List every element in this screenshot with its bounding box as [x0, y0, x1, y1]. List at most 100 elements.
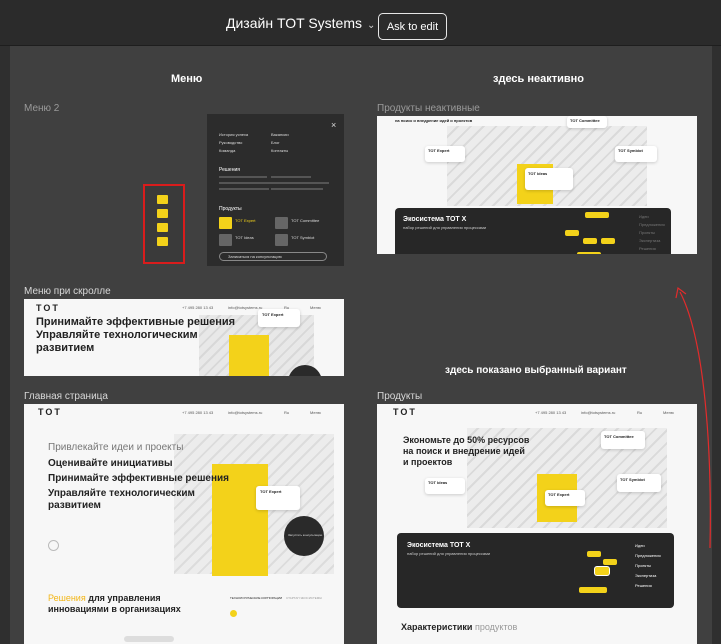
hero-line-muted: Привлекайте идеи и проекты	[48, 442, 184, 453]
tot-logo[interactable]: TOT	[36, 303, 60, 313]
products-inactive-frame[interactable]: на поиск и внедрение идей и проектов TOT…	[377, 116, 697, 254]
email-link[interactable]: info@totsystems.ru	[581, 410, 615, 415]
frame-label-scroll-menu[interactable]: Меню при скролле	[24, 286, 111, 297]
main-page-frame[interactable]: TOT +7 495 280 13 43 info@totsystems.ru …	[24, 404, 344, 644]
phone-number[interactable]: +7 495 280 13 43	[182, 305, 213, 310]
intro-text: на поиск и внедрение идей и проектов	[395, 118, 473, 123]
phone-number[interactable]: +7 495 280 13 43	[182, 410, 213, 415]
ecosystem-nav-item[interactable]: Идеи	[635, 543, 645, 548]
menu-link[interactable]: Блог	[271, 140, 280, 145]
yellow-cube	[229, 335, 269, 376]
ecosystem-nav-item[interactable]: Предложения	[635, 553, 661, 558]
menu2-frame[interactable]: × История успеха Руководство Команда Вак…	[207, 114, 344, 266]
consultation-circle-label: Запустить консультацию	[288, 533, 323, 537]
ecosystem-subtitle: набор решений для управления процессами	[403, 225, 487, 230]
ecosystem-nav-item[interactable]: Проекты	[635, 563, 651, 568]
menu-button[interactable]: Меню	[310, 305, 321, 310]
folder-icon	[157, 195, 168, 204]
hero-line: Принимайте эффективные решения	[36, 316, 236, 328]
ecosystem-nav-item[interactable]: Экспертиза	[635, 573, 656, 578]
consultation-circle-button[interactable]: Запустить консультацию	[284, 516, 324, 556]
hero-line: на поиск и внедрение идей	[403, 446, 525, 456]
product-card-title: TOT Expert	[260, 489, 282, 494]
close-icon[interactable]: ×	[331, 120, 336, 130]
product-card[interactable]: TOT Expert	[256, 486, 300, 510]
text-line	[219, 188, 269, 190]
ecosystem-nav-item[interactable]: Решения	[635, 583, 652, 588]
product-card-title: TOT Expert	[548, 492, 570, 497]
consultation-button[interactable]: Записаться на консультацию	[219, 252, 327, 261]
chevron-down-icon: ⌄	[367, 20, 376, 31]
menu-link[interactable]: История успеха	[219, 132, 248, 137]
ecosystem-nav-item[interactable]: Проекты	[639, 230, 655, 235]
tab-corporations[interactable]: ТЕХНОЛОГИЧЕСКИЕ КОРПОРАЦИИ	[230, 596, 282, 600]
hero-line: Экономьте до 50% ресурсов	[403, 435, 530, 445]
menu-link[interactable]: Вакансии	[271, 132, 289, 137]
yellow-button[interactable]	[585, 212, 609, 218]
products-frame[interactable]: TOT +7 495 280 13 43 info@totsystems.ru …	[377, 404, 697, 644]
solutions-heading-line2: инновациями в организациях	[48, 604, 181, 614]
language-switch[interactable]: Ru	[284, 410, 289, 415]
tot-logo[interactable]: TOT	[38, 407, 62, 417]
product-card[interactable]: TOT Symbiot	[615, 146, 657, 162]
product-card[interactable]: TOT Expert	[258, 309, 300, 327]
product-card[interactable]: TOT Expert	[545, 490, 585, 506]
ecosystem-nav-item[interactable]: Экспертиза	[639, 238, 660, 243]
yellow-button[interactable]	[587, 551, 601, 557]
section-title-menu: Меню	[171, 73, 203, 85]
product-card-title: TOT Expert	[262, 312, 284, 317]
frame-label-products[interactable]: Продукты	[377, 391, 422, 402]
ecosystem-nav-item[interactable]: Идеи	[639, 214, 649, 219]
frame-label-menu2[interactable]: Меню 2	[24, 103, 59, 114]
ecosystem-nav-item[interactable]: Решения	[639, 246, 656, 251]
yellow-button[interactable]	[603, 559, 617, 565]
menu-link[interactable]: Команда	[219, 148, 235, 153]
scroll-indicator-icon[interactable]	[48, 540, 59, 551]
email-link[interactable]: info@totsystems.ru	[228, 410, 262, 415]
highlighted-folder-group[interactable]	[143, 184, 185, 264]
menu-button[interactable]: Меню	[310, 410, 321, 415]
product-card-title: TOT Symbiot	[618, 148, 643, 153]
ecosystem-panel: Экосистема TOT X набор решений для управ…	[395, 208, 671, 254]
folder-icon	[157, 209, 168, 218]
product-item[interactable]: TOT Committee	[291, 218, 319, 223]
email-link[interactable]: info@totsystems.ru	[228, 305, 262, 310]
yellow-button[interactable]	[601, 238, 615, 244]
menu-button[interactable]: Меню	[663, 410, 674, 415]
folder-icon	[157, 223, 168, 232]
yellow-button-selected[interactable]	[595, 567, 609, 575]
canvas-right-edge	[712, 46, 721, 644]
frame-label-main-page[interactable]: Главная страница	[24, 391, 108, 402]
tab-startups[interactable]: СТАРТАП ЭКОСИСТЕМЫ	[286, 596, 322, 600]
ecosystem-nav-item[interactable]: Предложения	[639, 222, 665, 227]
yellow-button[interactable]	[577, 252, 601, 254]
ecosystem-subtitle: набор решений для управления процессами	[407, 551, 491, 556]
product-card[interactable]: TOT Committee	[567, 116, 607, 128]
product-card[interactable]: TOT Ideas	[425, 478, 465, 494]
frame-label-products-inactive[interactable]: Продукты неактивные	[377, 103, 480, 114]
hero-line: Управляйте технологическим	[48, 488, 195, 499]
menu-link[interactable]: Руководство	[219, 140, 242, 145]
tot-logo[interactable]: TOT	[393, 407, 417, 417]
product-card-title: TOT Committee	[604, 434, 634, 439]
text-line	[271, 188, 323, 190]
ask-to-edit-button[interactable]: Ask to edit	[378, 13, 447, 40]
yellow-button[interactable]	[579, 587, 607, 593]
document-title-dropdown[interactable]: Дизайн TOT Systems ⌄	[226, 15, 375, 31]
product-card[interactable]: TOT Committee	[601, 431, 645, 449]
hero-line: и проектов	[403, 457, 453, 467]
yellow-button[interactable]	[565, 230, 579, 236]
language-switch[interactable]: Ru	[637, 410, 642, 415]
text-line	[219, 182, 273, 184]
menu-link[interactable]: Контакты	[271, 148, 288, 153]
product-card[interactable]: TOT Expert	[425, 146, 465, 162]
product-item[interactable]: TOT Ideas	[235, 235, 254, 240]
slider-bar[interactable]	[124, 636, 174, 642]
yellow-button[interactable]	[583, 238, 597, 244]
product-item[interactable]: TOT Symbiot	[291, 235, 314, 240]
product-card[interactable]: TOT Symbiot	[617, 474, 661, 492]
product-item[interactable]: TOT Expert	[235, 218, 256, 223]
product-card[interactable]: TOT Ideas	[525, 168, 573, 190]
scroll-menu-frame[interactable]: TOT +7 495 280 13 43 info@totsystems.ru …	[24, 299, 344, 376]
phone-number[interactable]: +7 495 280 13 43	[535, 410, 566, 415]
